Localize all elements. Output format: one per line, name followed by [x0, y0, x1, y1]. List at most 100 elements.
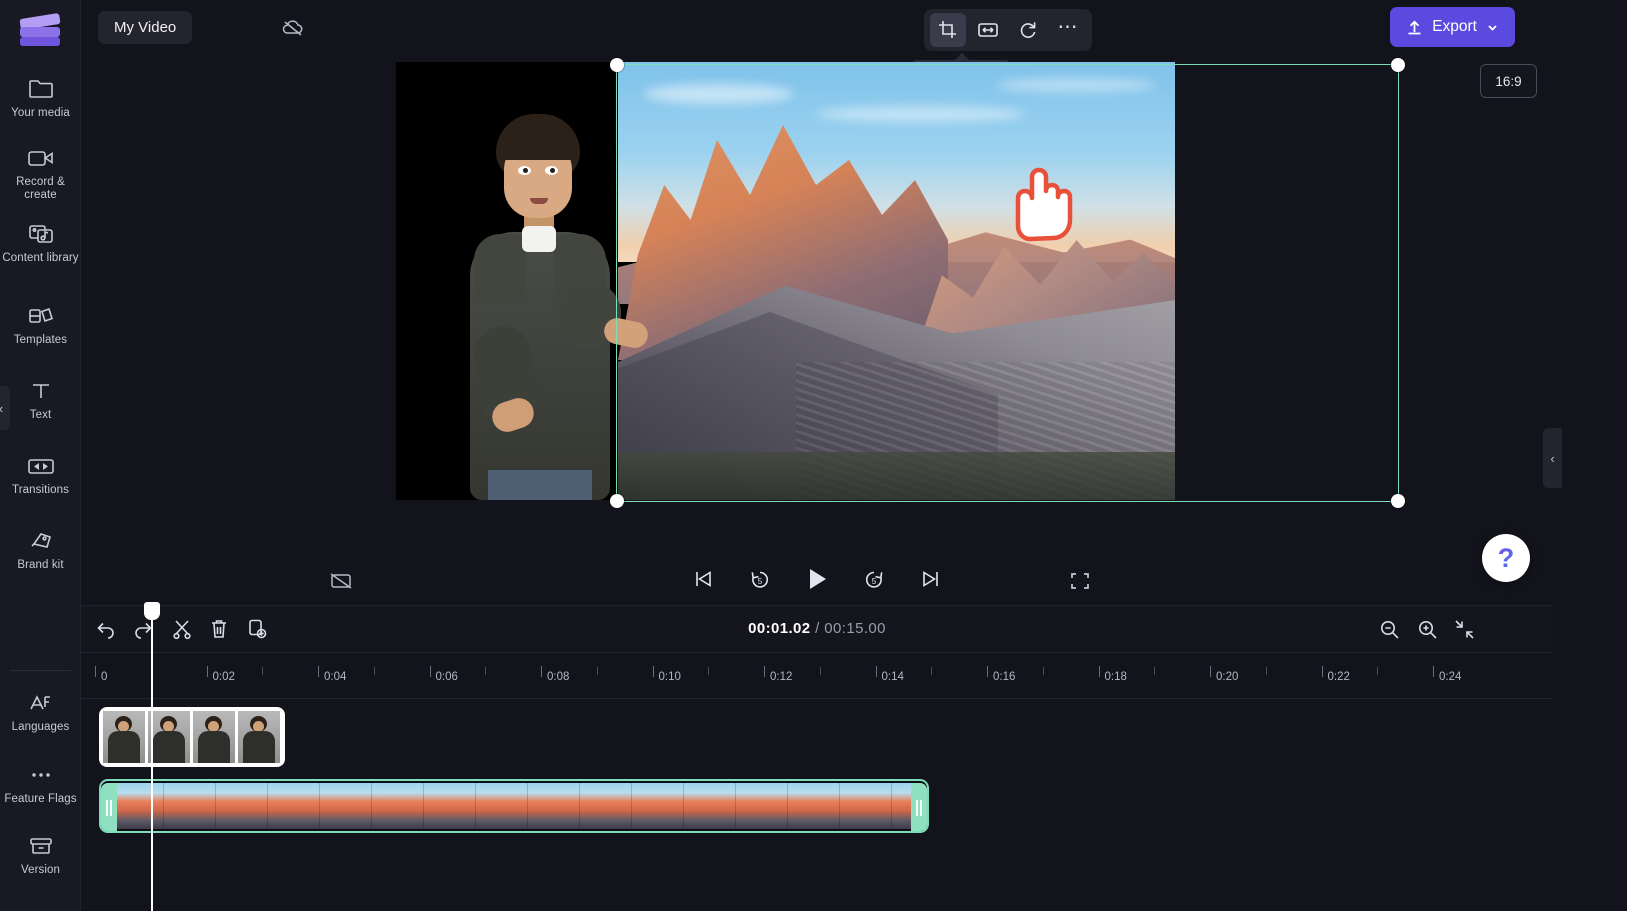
- captions-off-icon[interactable]: [325, 566, 357, 596]
- undo-button[interactable]: [90, 614, 122, 644]
- playback-bar: 5 5: [81, 559, 1553, 605]
- ruler-label: 0:02: [212, 671, 235, 683]
- playback-controls: 5 5: [688, 564, 946, 594]
- top-bar: My Video ⋯ Crop Export: [81, 0, 1553, 94]
- sidebar-item-record-create[interactable]: Record & create: [0, 143, 81, 202]
- forward-5s-button[interactable]: 5: [859, 564, 889, 594]
- split-button[interactable]: [166, 614, 198, 644]
- ruler-tick-minor: [596, 667, 598, 675]
- ruler-label: 0:24: [1439, 671, 1462, 683]
- aspect-ratio-badge[interactable]: 16:9: [1480, 64, 1537, 98]
- ruler-tick: [987, 666, 988, 677]
- timeline-clip-mountain[interactable]: [99, 779, 929, 833]
- media-library-icon: [0, 219, 81, 249]
- rotate-tool-button[interactable]: [1010, 13, 1046, 47]
- svg-text:5: 5: [758, 577, 763, 586]
- sidebar-item-content-library[interactable]: Content library: [0, 219, 81, 265]
- svg-text:5: 5: [872, 577, 877, 586]
- ruler-tick: [541, 666, 542, 677]
- ruler-tick-minor: [931, 667, 933, 675]
- sidebar-item-your-media[interactable]: Your media: [0, 74, 81, 120]
- ruler-tick: [1098, 666, 1100, 677]
- sidebar-label: Transitions: [12, 484, 69, 496]
- sidebar-label: Languages: [11, 721, 70, 733]
- fullscreen-icon[interactable]: [1064, 566, 1096, 596]
- ruler-label: 0:04: [324, 671, 347, 683]
- ruler-tick: [652, 666, 654, 677]
- video-canvas[interactable]: [396, 62, 1175, 500]
- ruler-tick: [1210, 666, 1211, 677]
- skip-to-start-button[interactable]: [688, 564, 718, 594]
- ruler-label: 0:16: [993, 671, 1016, 683]
- ruler-label: 0:14: [881, 671, 904, 683]
- fit-tool-button[interactable]: [970, 13, 1006, 47]
- sidebar-label: Content library: [2, 252, 79, 264]
- ruler-label: 0:06: [435, 671, 458, 683]
- ruler-label: 0:18: [1104, 671, 1127, 683]
- sidebar-item-brand-kit[interactable]: Brand kit: [0, 526, 81, 572]
- sidebar-item-text[interactable]: Text: [0, 376, 81, 422]
- clip-thumbnail: [193, 711, 235, 763]
- more-options-button[interactable]: ⋯: [1050, 13, 1086, 47]
- clip-thumbnail: [103, 711, 145, 763]
- crop-handle-bottom-right[interactable]: [1391, 494, 1405, 508]
- ruler-tick: [429, 666, 431, 677]
- total-time: 00:15.00: [824, 620, 886, 637]
- ruler-tick: [95, 666, 96, 677]
- playhead[interactable]: [144, 602, 160, 911]
- ruler-label: 0:22: [1327, 671, 1350, 683]
- ruler-label: 0: [101, 671, 108, 683]
- media-tools-toolbar: ⋯: [924, 9, 1092, 51]
- zoom-in-button[interactable]: [1411, 614, 1443, 644]
- clip-filmstrip: [111, 783, 917, 829]
- left-sidebar: Your media Record & create Content libra…: [0, 0, 81, 911]
- sidebar-item-transitions[interactable]: Transitions: [0, 451, 81, 497]
- sidebar-item-templates[interactable]: Templates: [0, 301, 81, 347]
- clapperboard-icon: [18, 10, 62, 50]
- ruler-label: 0:08: [547, 671, 570, 683]
- duplicate-button[interactable]: [241, 614, 273, 644]
- fit-to-screen-button[interactable]: [1448, 614, 1480, 644]
- chevron-down-icon: [1488, 24, 1497, 31]
- crop-handle-top-right[interactable]: [1391, 58, 1405, 72]
- delete-button[interactable]: [203, 614, 235, 644]
- timeline-clip-avatar[interactable]: [99, 707, 285, 767]
- skip-to-end-button[interactable]: [916, 564, 946, 594]
- export-button[interactable]: Export: [1390, 7, 1515, 47]
- trim-handle-left[interactable]: [101, 783, 117, 831]
- expand-sidebar-button[interactable]: ‹: [0, 386, 10, 430]
- cloud: [644, 84, 794, 104]
- cloud: [816, 106, 1026, 122]
- ruler-tick: [318, 666, 319, 677]
- rewind-5s-button[interactable]: 5: [745, 564, 775, 594]
- sidebar-divider: [10, 670, 71, 671]
- ruler-tick-minor: [1265, 667, 1267, 675]
- sidebar-label: Templates: [13, 334, 68, 346]
- sidebar-item-version[interactable]: Version: [0, 831, 81, 877]
- time-separator: /: [815, 620, 820, 637]
- ruler-tick-minor: [485, 667, 487, 675]
- archive-icon: [0, 831, 81, 861]
- ruler-tick-minor: [1377, 667, 1379, 675]
- project-title[interactable]: My Video: [98, 11, 193, 44]
- sidebar-item-languages[interactable]: Languages: [0, 688, 81, 734]
- play-button[interactable]: [802, 564, 832, 594]
- trim-handle-right[interactable]: [911, 783, 927, 831]
- sidebar-label: Your media: [11, 107, 70, 119]
- zoom-out-button[interactable]: [1373, 614, 1405, 644]
- clip-thumbnail: [238, 711, 280, 763]
- sidebar-item-feature-flags[interactable]: Feature Flags: [0, 760, 81, 806]
- ruler-label: 0:20: [1216, 671, 1239, 683]
- timeline-ruler[interactable]: 0 0:02 0:04 0:06 0:08 0:10 0:12 0:14 0:16 0:18 0:2…: [81, 652, 1553, 699]
- ruler-label: 0:12: [770, 671, 793, 683]
- current-time: 00:01.02: [748, 620, 811, 637]
- text-icon: [0, 376, 81, 406]
- sidebar-label: Brand kit: [17, 559, 64, 571]
- sidebar-label: Text: [29, 409, 52, 421]
- cloud-off-icon[interactable]: [279, 14, 307, 42]
- collapse-panel-button[interactable]: ‹: [1543, 428, 1562, 488]
- crop-tool-button[interactable]: [930, 13, 966, 47]
- timecode-display: 00:01.02 / 00:15.00: [748, 620, 886, 637]
- cloud: [996, 78, 1156, 92]
- clipchamp-editor: Your media Record & create Content libra…: [0, 0, 1627, 911]
